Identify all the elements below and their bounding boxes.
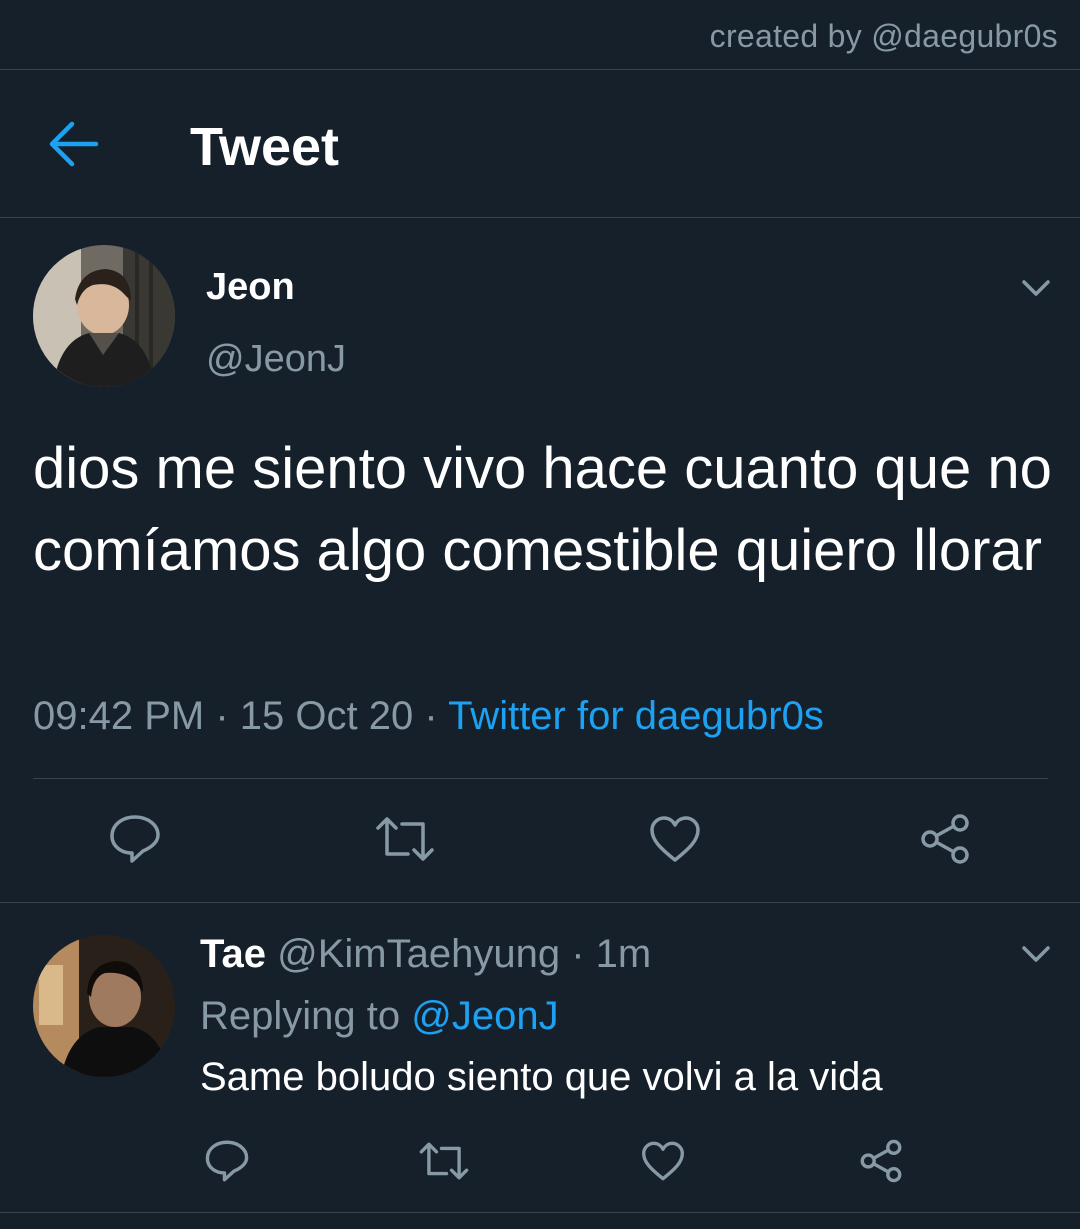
- creator-credit: created by @daegubr0s: [709, 18, 1058, 54]
- tweet-date: 15 Oct 20: [239, 694, 414, 738]
- retweet-icon[interactable]: [374, 814, 436, 864]
- reply-header: Tae @KimTaehyung · 1m: [200, 932, 651, 977]
- arrow-left-icon[interactable]: [46, 118, 102, 170]
- tweet-time: 09:42 PM: [33, 694, 205, 738]
- divider: [0, 217, 1080, 218]
- author-name[interactable]: Jeon: [206, 266, 295, 309]
- meta-separator: ·: [571, 932, 585, 976]
- chevron-down-icon[interactable]: [1019, 942, 1053, 966]
- tweet-detail-screen: created by @daegubr0s Tweet Jeon @JeonJ: [0, 0, 1080, 1229]
- avatar[interactable]: [33, 935, 175, 1077]
- tweet-meta: 09:42 PM · 15 Oct 20 · Twitter for daegu…: [33, 694, 824, 739]
- reply-age: 1m: [595, 932, 652, 976]
- heart-icon[interactable]: [648, 814, 702, 864]
- divider: [33, 778, 1048, 779]
- meta-separator: ·: [215, 694, 229, 738]
- comment-icon[interactable]: [108, 812, 162, 866]
- replying-to: Replying to @JeonJ: [200, 994, 559, 1039]
- tweet-text: dios me siento vivo hace cuanto que no c…: [33, 436, 1052, 583]
- divider: [0, 902, 1080, 903]
- top-bar: Tweet: [0, 70, 1080, 218]
- reply-text: Same boludo siento que volvi a la vida: [200, 1055, 883, 1099]
- replying-to-label: Replying to: [200, 994, 401, 1038]
- reply-author-handle[interactable]: @KimTaehyung: [277, 932, 560, 976]
- comment-icon[interactable]: [204, 1138, 250, 1184]
- retweet-icon[interactable]: [418, 1140, 470, 1182]
- share-icon[interactable]: [918, 812, 972, 866]
- heart-icon[interactable]: [640, 1140, 686, 1182]
- share-icon[interactable]: [858, 1138, 904, 1184]
- divider: [0, 1212, 1080, 1213]
- replying-to-handle[interactable]: @JeonJ: [411, 994, 558, 1038]
- author-handle[interactable]: @JeonJ: [206, 338, 346, 381]
- chevron-down-icon[interactable]: [1019, 276, 1053, 300]
- tweet-source-link[interactable]: Twitter for daegubr0s: [448, 694, 824, 738]
- avatar[interactable]: [33, 245, 175, 387]
- page-title: Tweet: [190, 117, 340, 177]
- meta-separator: ·: [424, 694, 438, 738]
- reply-author-name[interactable]: Tae: [200, 932, 266, 976]
